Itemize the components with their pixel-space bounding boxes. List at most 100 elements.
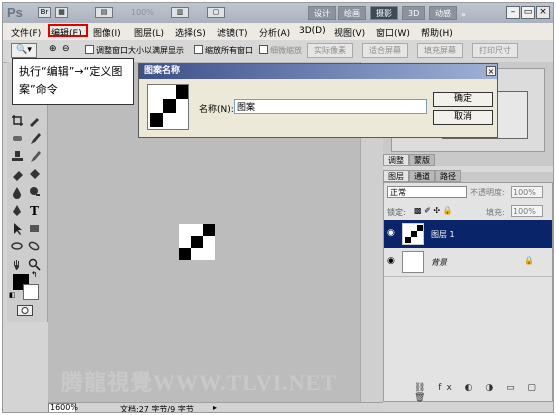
tab-channels[interactable]: 通道: [409, 170, 435, 182]
layer-row-1[interactable]: ◉ 图层 1: [384, 220, 552, 248]
layer-name[interactable]: 背景: [431, 257, 447, 268]
close-icon[interactable]: ×: [536, 6, 550, 19]
blend-mode-value: 正常: [390, 188, 406, 197]
menu-file[interactable]: 文件(F): [11, 26, 41, 39]
restore-icon[interactable]: ▭: [521, 6, 535, 19]
path-selection-tool-icon[interactable]: [11, 222, 24, 235]
arrange-documents-icon[interactable]: ▥: [171, 7, 189, 18]
visibility-eye-icon[interactable]: ◉: [387, 228, 395, 238]
pattern-name-dialog: 图案名称 × 名称(N): 确定 取消: [138, 63, 498, 138]
fill-field[interactable]: 100%: [511, 205, 543, 217]
name-input[interactable]: [234, 99, 427, 114]
instruction-callout: 执行“编辑”→“定义图案”命令: [12, 58, 134, 105]
document-info: 文档:27 字节/9 字节: [120, 405, 194, 413]
layer-name[interactable]: 图层 1: [431, 229, 455, 240]
status-arrow-icon[interactable]: ▸: [213, 403, 217, 412]
menu-layer[interactable]: 图层(L): [134, 26, 164, 39]
rectangle-tool-icon[interactable]: [28, 222, 41, 235]
history-brush-tool-icon[interactable]: [28, 150, 41, 163]
close-icon[interactable]: ×: [486, 66, 496, 76]
menu-analysis[interactable]: 分析(A): [259, 26, 290, 39]
3d-rotate-tool-icon[interactable]: [11, 240, 24, 253]
type-tool-icon[interactable]: T: [28, 204, 41, 218]
fill-screen-button[interactable]: 填充屏幕: [417, 43, 463, 58]
hand-tool-icon[interactable]: [11, 258, 24, 271]
thumb-square: [411, 231, 417, 237]
print-size-button[interactable]: 打印尺寸: [472, 43, 518, 58]
cancel-button[interactable]: 取消: [433, 110, 493, 125]
lock-icons[interactable]: ▩ ✐ ✣ 🔒: [414, 206, 453, 215]
minibridge-icon[interactable]: ▦: [55, 7, 68, 18]
ps-logo: Ps: [7, 5, 23, 20]
zoom-level[interactable]: 100%: [131, 8, 154, 17]
workspace-motion[interactable]: 动感: [429, 6, 457, 20]
status-bar: 1600% 文档:27 字节/9 字节 ▸: [48, 402, 383, 413]
menu-image[interactable]: 图像(I): [93, 26, 121, 39]
pattern-square: [179, 248, 191, 260]
opacity-label: 不透明度:: [470, 188, 505, 197]
layer-footer-icons[interactable]: ⛓ fx ◐ ◑ ▭ ▢ 🗑: [414, 383, 552, 403]
brush-tool-icon[interactable]: [28, 132, 41, 145]
workspace-design[interactable]: 设计: [308, 6, 336, 20]
lock-icon: 🔒: [524, 256, 534, 265]
document-canvas[interactable]: [179, 224, 215, 260]
pattern-preview: [147, 84, 189, 130]
scrubby-zoom-checkbox[interactable]: 细微缩放: [259, 45, 302, 56]
swap-colors-icon[interactable]: ↰: [31, 270, 38, 279]
tool-preset-zoom-icon[interactable]: 🔍▾: [11, 43, 37, 58]
zoom-all-windows-checkbox[interactable]: 缩放所有窗口: [194, 45, 253, 56]
tab-masks[interactable]: 蒙版: [409, 154, 435, 166]
background-color-swatch[interactable]: [23, 284, 39, 300]
pen-tool-icon[interactable]: [11, 204, 24, 217]
minimize-icon[interactable]: –: [506, 6, 520, 19]
eraser-tool-icon[interactable]: [11, 168, 24, 181]
dodge-tool-icon[interactable]: [28, 186, 41, 199]
paint-bucket-tool-icon[interactable]: [28, 168, 41, 181]
name-label: 名称(N):: [199, 105, 234, 115]
thumb-square: [405, 237, 411, 243]
pattern-square: [203, 224, 215, 236]
pattern-square: [176, 85, 188, 99]
menu-3d[interactable]: 3D(D): [299, 26, 326, 36]
bridge-icon[interactable]: Br: [38, 7, 51, 18]
healing-brush-tool-icon[interactable]: [11, 132, 24, 145]
menu-edit-highlight: [48, 24, 88, 37]
menu-select[interactable]: 选择(S): [175, 26, 206, 39]
tab-adjustments[interactable]: 调整: [383, 154, 409, 166]
workspace-photography[interactable]: 摄影: [370, 6, 398, 20]
menu-window[interactable]: 窗口(W): [376, 26, 410, 39]
blend-mode-select[interactable]: 正常: [387, 186, 467, 198]
workspace-more-icon[interactable]: »: [461, 10, 466, 19]
thumb-square: [417, 225, 423, 231]
default-colors-icon[interactable]: ◧: [9, 291, 16, 299]
svg-text:T: T: [30, 204, 39, 217]
zoom-field[interactable]: 1600%: [48, 403, 78, 412]
visibility-eye-icon[interactable]: ◉: [387, 256, 395, 266]
workspace-painting[interactable]: 绘画: [338, 6, 366, 20]
blur-tool-icon[interactable]: [11, 186, 24, 199]
menu-filter[interactable]: 滤镜(T): [217, 26, 248, 39]
menu-view[interactable]: 视图(V): [334, 26, 365, 39]
actual-pixels-button[interactable]: 实际像素: [307, 43, 353, 58]
crop-tool-icon[interactable]: [11, 114, 24, 127]
screen-mode-icon[interactable]: ▢: [207, 7, 225, 18]
clone-stamp-tool-icon[interactable]: [11, 150, 24, 163]
view-extras-icon[interactable]: ▤: [95, 7, 113, 18]
tab-paths[interactable]: 路径: [435, 170, 461, 182]
opacity-field[interactable]: 100%: [511, 186, 543, 198]
layer-row-2[interactable]: ◉ 背景 🔒: [384, 248, 552, 277]
pattern-square: [150, 113, 163, 127]
quick-mask-icon[interactable]: [17, 305, 33, 316]
zoom-out-icon[interactable]: ⊖: [62, 44, 70, 54]
resize-windows-label: 调整窗口大小以满屏显示: [96, 46, 184, 55]
resize-windows-checkbox[interactable]: 调整窗口大小以满屏显示: [85, 45, 184, 56]
ok-button[interactable]: 确定: [433, 92, 493, 107]
zoom-in-icon[interactable]: ⊕: [49, 44, 57, 54]
fit-screen-button[interactable]: 适合屏幕: [362, 43, 408, 58]
3d-camera-tool-icon[interactable]: [28, 240, 41, 253]
tab-layers[interactable]: 图层: [383, 170, 409, 182]
eyedropper-tool-icon[interactable]: [28, 114, 41, 127]
pattern-square: [191, 236, 203, 248]
menu-help[interactable]: 帮助(H): [421, 26, 453, 39]
workspace-3d[interactable]: 3D: [402, 6, 426, 20]
